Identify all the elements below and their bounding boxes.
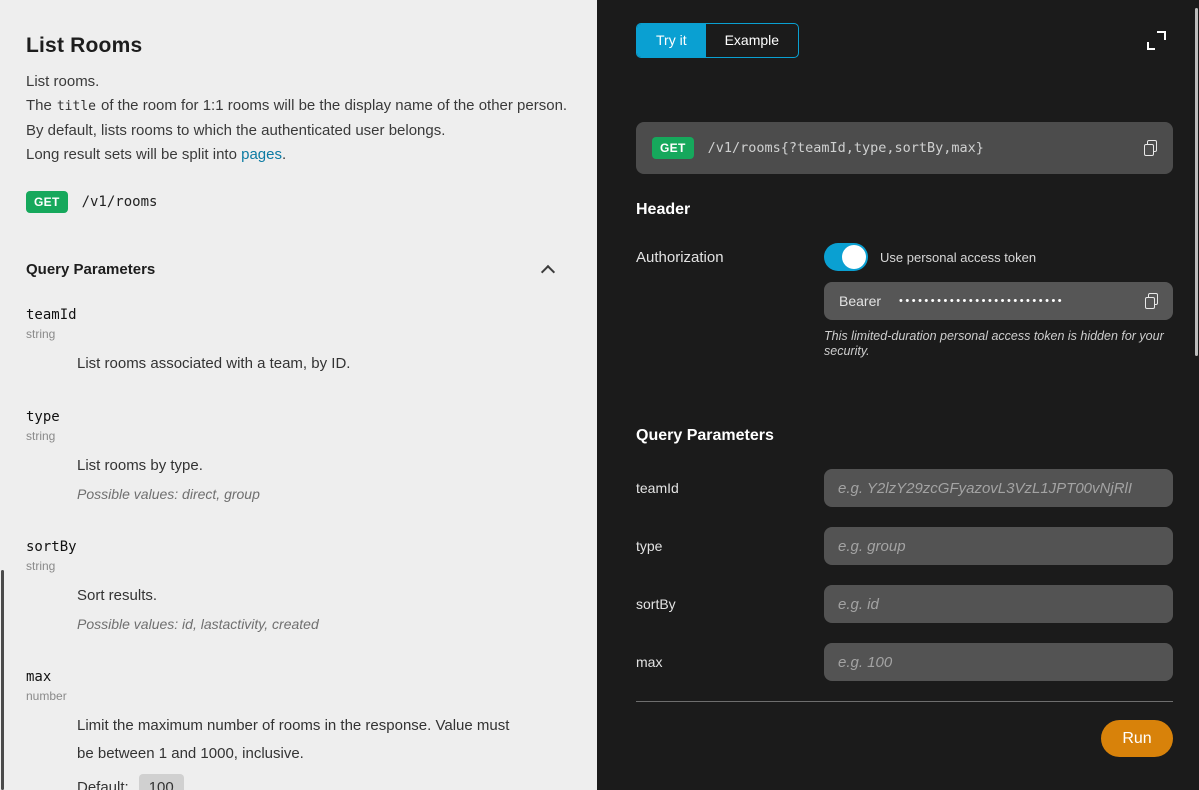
query-row-sortby: sortBy xyxy=(636,585,1173,623)
param-description: Sort results. xyxy=(77,582,526,610)
bearer-label: Bearer xyxy=(839,293,881,309)
field-label: sortBy xyxy=(636,596,824,612)
max-input[interactable] xyxy=(824,643,1173,681)
method-badge: GET xyxy=(652,137,694,159)
field-label: teamId xyxy=(636,480,824,496)
param-max: max number Limit the maximum number of r… xyxy=(26,668,571,790)
tab-try-it[interactable]: Try it xyxy=(637,24,706,57)
try-it-panel: Try it Example GET /v1/rooms{?teamId,typ… xyxy=(597,0,1199,790)
copy-icon[interactable] xyxy=(1145,293,1158,309)
right-scrollbar[interactable] xyxy=(1195,8,1198,356)
param-name: type xyxy=(26,408,571,426)
tab-group: Try it Example xyxy=(636,23,799,58)
param-type: type string List rooms by type. Possible… xyxy=(26,408,571,508)
pages-link[interactable]: pages xyxy=(241,146,282,163)
param-type: string xyxy=(26,559,571,574)
toggle-knob xyxy=(842,245,866,269)
description-line: List rooms. xyxy=(26,70,571,94)
section-title: Query Parameters xyxy=(26,261,155,278)
tab-example[interactable]: Example xyxy=(706,24,798,57)
query-parameters-section-header[interactable]: Query Parameters xyxy=(26,261,571,278)
default-label: Default: xyxy=(77,779,129,790)
docs-panel: List Rooms List rooms. Thetitleof the ro… xyxy=(0,0,597,790)
param-name: sortBy xyxy=(26,538,571,556)
method-badge: GET xyxy=(26,191,68,213)
description-line: Long result sets will be split into page… xyxy=(26,143,571,167)
param-type: string xyxy=(26,429,571,444)
param-name: teamId xyxy=(26,306,571,324)
teamid-input[interactable] xyxy=(824,469,1173,507)
description-line: Thetitleof the room for 1:1 rooms will b… xyxy=(26,94,571,119)
sortby-input[interactable] xyxy=(824,585,1173,623)
default-value-badge: 100 xyxy=(139,774,184,790)
request-path: /v1/rooms{?teamId,type,sortBy,max} xyxy=(708,140,1144,156)
endpoint-summary: GET /v1/rooms xyxy=(26,191,571,213)
param-possible-values: Possible values: direct, group xyxy=(77,480,526,508)
param-possible-values: Possible values: id, lastactivity, creat… xyxy=(77,610,526,638)
request-endpoint-bar: GET /v1/rooms{?teamId,type,sortBy,max} xyxy=(636,122,1173,174)
authorization-label: Authorization xyxy=(636,243,824,359)
header-section-title: Header xyxy=(636,201,1173,219)
masked-token: •••••••••••••••••••••••••• xyxy=(899,295,1145,307)
token-security-note: This limited-duration personal access to… xyxy=(824,329,1173,359)
left-scrollbar[interactable] xyxy=(1,570,4,790)
query-row-teamid: teamId xyxy=(636,469,1173,507)
param-type: number xyxy=(26,689,571,704)
authorization-row: Authorization Use personal access token … xyxy=(636,243,1173,359)
endpoint-path: /v1/rooms xyxy=(82,194,158,210)
field-label: type xyxy=(636,538,824,554)
toggle-label: Use personal access token xyxy=(880,250,1036,265)
param-teamid: teamId string List rooms associated with… xyxy=(26,306,571,378)
page-title: List Rooms xyxy=(26,34,571,58)
param-description: List rooms associated with a team, by ID… xyxy=(77,350,526,378)
param-description: Limit the maximum number of rooms in the… xyxy=(77,712,526,768)
chevron-up-icon[interactable] xyxy=(541,264,555,278)
query-parameters-title: Query Parameters xyxy=(636,427,1173,445)
divider xyxy=(636,701,1173,702)
param-sortby: sortBy string Sort results. Possible val… xyxy=(26,538,571,638)
query-row-max: max xyxy=(636,643,1173,681)
query-row-type: type xyxy=(636,527,1173,565)
expand-icon[interactable] xyxy=(1147,31,1166,50)
run-button[interactable]: Run xyxy=(1101,720,1173,757)
inline-code-title: title xyxy=(52,99,101,114)
personal-access-token-toggle[interactable] xyxy=(824,243,868,271)
param-description: List rooms by type. xyxy=(77,452,526,480)
param-type: string xyxy=(26,327,571,342)
param-name: max xyxy=(26,668,571,686)
bearer-token-field[interactable]: Bearer •••••••••••••••••••••••••• xyxy=(824,282,1173,320)
field-label: max xyxy=(636,654,824,670)
type-input[interactable] xyxy=(824,527,1173,565)
copy-icon[interactable] xyxy=(1144,140,1157,156)
description-line: By default, lists rooms to which the aut… xyxy=(26,119,571,143)
